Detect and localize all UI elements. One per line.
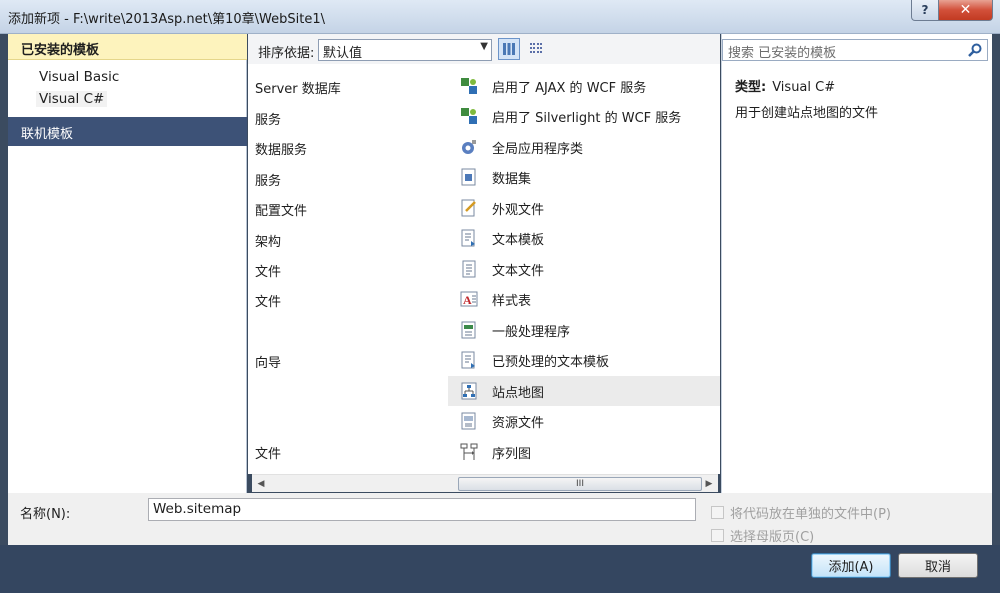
list-item[interactable]: 架构 <box>255 231 281 250</box>
add-button[interactable]: 添加(A) <box>811 553 891 578</box>
tree-item-visual-csharp[interactable]: Visual C# <box>36 91 108 107</box>
list-item-label: 样式表 <box>492 293 532 309</box>
search-icon[interactable] <box>967 42 983 58</box>
scroll-thumb-grip: III <box>576 479 584 489</box>
medium-icons-view-button[interactable] <box>498 38 520 60</box>
text-file-icon <box>462 260 476 278</box>
type-info: 类型: Visual C# <box>735 76 835 95</box>
list-item[interactable]: 数据服务 <box>255 139 307 158</box>
list-toolbar: 排序依据: 默认值 ▼ <box>248 34 720 64</box>
list-item-ajax-wcf[interactable]: 启用了 AJAX 的 WCF 服务 <box>448 71 720 101</box>
skin-file-icon <box>461 199 476 217</box>
list-item-generic-handler[interactable]: 一般处理程序 <box>448 315 720 345</box>
list-item-label: 已预处理的文本模板 <box>492 354 610 370</box>
list-item-text-file[interactable]: 文本文件 <box>448 254 720 284</box>
list-item-preprocessed-template[interactable]: 已预处理的文本模板 <box>448 345 720 375</box>
list-item[interactable]: 向导 <box>255 352 281 371</box>
dataset-icon <box>461 168 476 186</box>
list-item[interactable]: 文件 <box>255 443 281 462</box>
scroll-left-icon[interactable]: ◀ <box>254 477 268 491</box>
cancel-button[interactable]: 取消 <box>898 553 978 578</box>
type-label: 类型: <box>735 80 767 95</box>
text-template-icon <box>461 229 475 247</box>
list-item-label: 文本文件 <box>492 263 545 279</box>
checkbox-label: 选择母版页(C) <box>730 530 815 545</box>
list-item-label: 资源文件 <box>492 415 545 431</box>
installed-templates-header[interactable]: 已安装的模板 <box>8 34 247 60</box>
list-item-label: 启用了 AJAX 的 WCF 服务 <box>492 80 647 96</box>
list-item-dataset[interactable]: 数据集 <box>448 162 720 192</box>
list-item[interactable]: 文件 <box>255 261 281 280</box>
list-item[interactable]: 服务 <box>255 170 281 189</box>
wcf-icon <box>461 108 477 124</box>
template-description: 用于创建站点地图的文件 <box>735 106 879 121</box>
wcf-icon <box>461 78 477 94</box>
small-icons-view-button[interactable] <box>525 38 547 60</box>
list-item-text-template[interactable]: 文本模板 <box>448 223 720 253</box>
name-row: 名称(N): Web.sitemap 将代码放在单独的文件中(P) 选择母版页(… <box>8 493 992 545</box>
handler-icon <box>461 321 476 339</box>
chevron-down-icon: ▼ <box>480 41 488 52</box>
list-item[interactable]: 文件 <box>255 291 281 310</box>
list-item[interactable]: Server 数据库 <box>255 78 341 97</box>
list-item-sitemap[interactable]: 站点地图 <box>448 376 720 406</box>
checkbox-box[interactable] <box>711 529 724 542</box>
resource-file-icon <box>461 412 476 430</box>
scroll-thumb[interactable]: III <box>458 477 702 491</box>
list-item-label: 全局应用程序类 <box>492 141 584 157</box>
type-value: Visual C# <box>772 80 836 95</box>
list-item[interactable]: 配置文件 <box>255 200 307 219</box>
name-field[interactable]: Web.sitemap <box>148 498 696 521</box>
list-item-label: 启用了 Silverlight 的 WCF 服务 <box>492 110 682 126</box>
window-title: 添加新项 - F:\write\2013Asp.net\第10章\WebSite… <box>8 12 325 27</box>
scroll-right-icon[interactable]: ▶ <box>702 477 716 491</box>
svg-text:A: A <box>463 293 472 307</box>
list-item-label: 数据集 <box>492 171 532 187</box>
list-item-global-class[interactable]: 全局应用程序类 <box>448 132 720 162</box>
list-item-label: 站点地图 <box>492 385 545 401</box>
template-tree: 已安装的模板 Visual Basic Visual C# 联机模板 <box>8 34 247 493</box>
list-item-label: 一般处理程序 <box>492 324 571 340</box>
list-item-sequence-diagram[interactable]: 序列图 <box>448 437 720 467</box>
global-class-icon <box>462 140 476 154</box>
search-input[interactable]: 搜索 已安装的模板 <box>722 39 988 61</box>
sort-label: 排序依据: <box>258 46 315 61</box>
list-view-icon <box>530 43 542 53</box>
list-item-stylesheet[interactable]: A 样式表 <box>448 284 720 314</box>
sort-dropdown[interactable]: 默认值 ▼ <box>318 39 492 61</box>
search-placeholder: 搜索 已安装的模板 <box>728 46 837 61</box>
separate-code-checkbox[interactable]: 将代码放在单独的文件中(P) <box>711 503 891 522</box>
list-item-skin-file[interactable]: 外观文件 <box>448 193 720 223</box>
sequence-diagram-icon <box>460 443 478 460</box>
details-panel: 搜索 已安装的模板 类型: Visual C# 用于创建站点地图的文件 <box>721 34 992 493</box>
help-button[interactable]: ? <box>911 0 939 21</box>
list-item-silverlight-wcf[interactable]: 启用了 Silverlight 的 WCF 服务 <box>448 101 720 131</box>
list-item-label: 序列图 <box>492 446 532 462</box>
horizontal-scrollbar[interactable]: ◀ III ▶ <box>252 474 718 492</box>
checkbox-box[interactable] <box>711 506 724 519</box>
text-template-icon <box>461 351 475 369</box>
online-templates-item[interactable]: 联机模板 <box>8 117 247 146</box>
list-item-label: 外观文件 <box>492 202 545 218</box>
master-page-checkbox[interactable]: 选择母版页(C) <box>711 526 814 545</box>
name-label: 名称(N): <box>20 507 71 522</box>
sitemap-icon <box>461 382 477 400</box>
list-item-resource-file[interactable]: 资源文件 <box>448 406 720 436</box>
close-button[interactable]: ✕ <box>938 0 993 21</box>
title-bar: 添加新项 - F:\write\2013Asp.net\第10章\WebSite… <box>0 0 1000 34</box>
sort-dropdown-value: 默认值 <box>323 46 363 61</box>
checkbox-label: 将代码放在单独的文件中(P) <box>730 507 891 522</box>
grid-view-icon <box>503 43 515 55</box>
stylesheet-icon: A <box>460 291 478 307</box>
template-list: Server 数据库 服务 数据服务 服务 配置文件 架构 文件 文件 向导 文… <box>248 64 720 474</box>
list-item-label: 文本模板 <box>492 232 545 248</box>
list-item[interactable]: 服务 <box>255 109 281 128</box>
tree-item-visual-basic[interactable]: Visual Basic <box>39 69 119 85</box>
